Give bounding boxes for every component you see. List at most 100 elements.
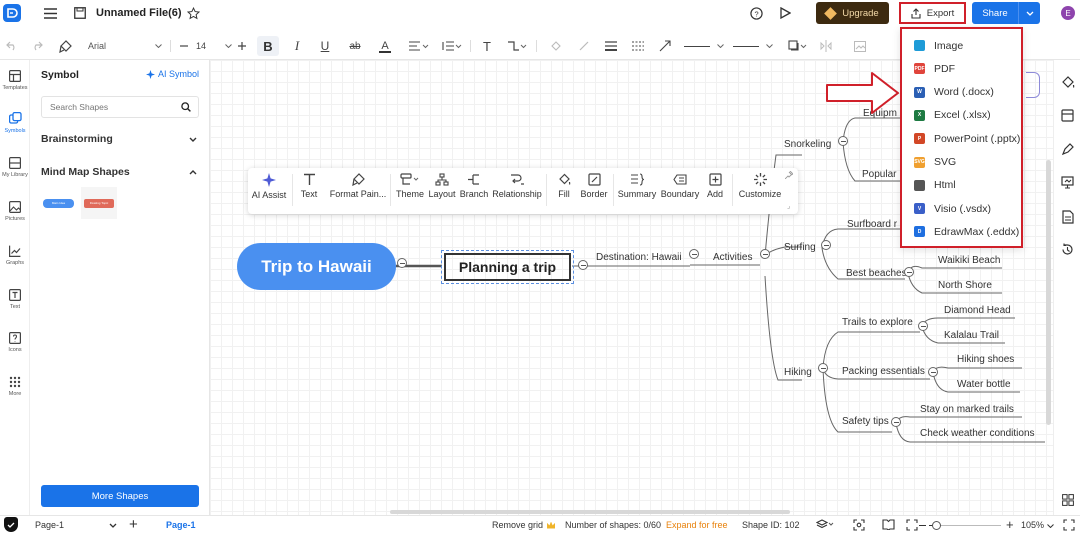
search-box[interactable] — [41, 96, 199, 118]
line-end-select[interactable] — [733, 36, 773, 56]
topic-destination[interactable]: Destination: Hawaii — [596, 252, 682, 263]
topic-packing[interactable]: Packing essentials — [842, 366, 925, 377]
shape-thumb-main-idea[interactable]: Main Idea — [41, 187, 76, 219]
rail-item-graphs[interactable]: Graphs — [0, 245, 30, 285]
arrow-style-icon[interactable] — [657, 36, 673, 56]
strikethrough-icon[interactable]: ab — [347, 36, 363, 56]
rail-item-my-library[interactable]: My Library — [0, 157, 30, 197]
boundary-button[interactable]: Boundary — [660, 173, 700, 211]
text-tool-icon[interactable]: T — [480, 36, 494, 56]
align-icon[interactable] — [407, 36, 431, 56]
main-topic[interactable]: Planning a trip — [441, 250, 574, 284]
expand-link[interactable]: Expand for free — [666, 520, 728, 530]
export-menu-item[interactable]: V Visio (.vsdx) — [902, 197, 1021, 220]
text-button[interactable]: Text — [298, 173, 320, 211]
relationship-button[interactable]: Relationship — [492, 173, 542, 211]
presentation-panel-icon[interactable] — [1060, 175, 1075, 190]
branch-button[interactable]: Branch — [460, 173, 488, 211]
topic-kalalau[interactable]: Kalalau Trail — [944, 330, 999, 341]
format-painter-icon[interactable] — [57, 36, 73, 56]
vertical-scrollbar[interactable] — [1046, 160, 1051, 425]
collapse-toggle[interactable] — [818, 363, 828, 373]
line-color-icon[interactable] — [576, 36, 592, 56]
export-menu-item[interactable]: P PowerPoint (.pptx) — [902, 127, 1021, 150]
hamburger-menu-icon[interactable] — [43, 6, 57, 20]
export-menu-item[interactable]: W Word (.docx) — [902, 81, 1021, 104]
undo-icon[interactable] — [4, 36, 20, 56]
font-decrease-icon[interactable] — [178, 36, 190, 56]
topic-popular[interactable]: Popular — [862, 169, 896, 180]
more-shapes-button[interactable]: More Shapes — [41, 485, 199, 507]
font-family-select[interactable]: Arial — [84, 36, 166, 56]
collapse-toggle[interactable] — [891, 417, 901, 427]
share-dropdown-icon[interactable] — [1018, 2, 1040, 24]
theme-button[interactable]: Theme — [396, 173, 424, 211]
topic-weather[interactable]: Check weather conditions — [920, 428, 1035, 439]
add-button[interactable]: Add — [703, 173, 727, 211]
share-button[interactable]: Share — [972, 2, 1040, 24]
page-tab[interactable]: Page-1 — [166, 520, 196, 530]
avatar[interactable]: E — [1061, 6, 1075, 20]
topic-water-bottle[interactable]: Water bottle — [957, 379, 1011, 390]
collapse-toggle[interactable] — [904, 267, 914, 277]
topic-trails[interactable]: Trails to explore — [842, 317, 913, 328]
save-icon[interactable] — [73, 6, 87, 20]
search-input[interactable] — [50, 102, 170, 112]
topic-surfboard[interactable]: Surfboard r — [847, 219, 897, 230]
summary-button[interactable]: Summary — [618, 173, 656, 211]
collapse-toggle[interactable] — [928, 367, 938, 377]
root-topic[interactable]: Trip to Hawaii — [237, 243, 396, 290]
connector-icon[interactable] — [505, 36, 529, 56]
zoom-out-icon[interactable] — [919, 525, 926, 526]
topic-marked-trails[interactable]: Stay on marked trails — [920, 404, 1014, 415]
collapse-toggle[interactable] — [918, 321, 928, 331]
collapse-toggle[interactable] — [397, 258, 407, 268]
zoom-in-icon[interactable]: + — [1006, 517, 1014, 532]
section-mind-map-shapes[interactable]: Mind Map Shapes — [41, 166, 197, 178]
collapse-toggle[interactable] — [578, 260, 588, 270]
topic-hiking[interactable]: Hiking — [784, 367, 812, 378]
collapse-toggle[interactable] — [760, 249, 770, 259]
topic-waikiki[interactable]: Waikiki Beach — [938, 255, 1000, 266]
page-panel-icon[interactable] — [1060, 209, 1075, 224]
export-menu-item[interactable]: SVG SVG — [902, 151, 1021, 174]
fill-panel-icon[interactable] — [1060, 74, 1075, 89]
export-menu-item[interactable]: Html — [902, 174, 1021, 197]
export-menu-item[interactable]: Image — [902, 34, 1021, 57]
rail-item-templates[interactable]: Templates — [0, 70, 30, 110]
fill-button[interactable]: Fill — [552, 173, 576, 211]
star-icon[interactable] — [186, 6, 200, 20]
file-name[interactable]: Unnamed File(6) — [96, 7, 182, 19]
shadow-icon[interactable] — [786, 36, 810, 56]
focus-icon[interactable] — [852, 519, 866, 531]
rail-item-pictures[interactable]: Pictures — [0, 201, 30, 241]
redo-icon[interactable] — [29, 36, 45, 56]
border-button[interactable]: Border — [580, 173, 608, 211]
export-menu-item[interactable]: X Excel (.xlsx) — [902, 104, 1021, 127]
font-increase-icon[interactable] — [236, 36, 248, 56]
line-weight-icon[interactable] — [603, 36, 619, 56]
font-size-select[interactable]: 14 — [196, 36, 232, 56]
help-icon[interactable]: ? — [749, 6, 763, 20]
fill-bucket-icon[interactable] — [548, 36, 564, 56]
ai-symbol-button[interactable]: AI Symbol — [146, 69, 199, 79]
font-color-icon[interactable]: A — [378, 36, 392, 56]
topic-safety[interactable]: Safety tips — [842, 416, 889, 427]
rail-item-icons[interactable]: Icons — [0, 332, 30, 372]
layers-icon[interactable] — [815, 519, 835, 530]
topic-activities[interactable]: Activities — [713, 252, 752, 263]
export-menu-item[interactable]: D EdrawMax (.eddx) — [902, 220, 1021, 243]
flip-icon[interactable] — [818, 36, 834, 56]
remove-grid-button[interactable]: Remove grid — [492, 520, 556, 530]
collapse-toggle[interactable] — [838, 136, 848, 146]
horizontal-scrollbar[interactable] — [390, 510, 790, 514]
section-brainstorming[interactable]: Brainstorming — [41, 133, 197, 145]
zoom-chevron-icon[interactable] — [1047, 524, 1054, 528]
topic-hiking-shoes[interactable]: Hiking shoes — [957, 354, 1014, 365]
style-panel-icon[interactable] — [1060, 108, 1075, 123]
expand-panel-icon[interactable] — [1062, 519, 1076, 531]
pen-panel-icon[interactable] — [1060, 142, 1075, 157]
shape-thumb-floating-topic[interactable]: Floating Topic — [81, 187, 117, 219]
bold-icon[interactable]: B — [257, 36, 279, 56]
line-start-select[interactable] — [684, 36, 724, 56]
